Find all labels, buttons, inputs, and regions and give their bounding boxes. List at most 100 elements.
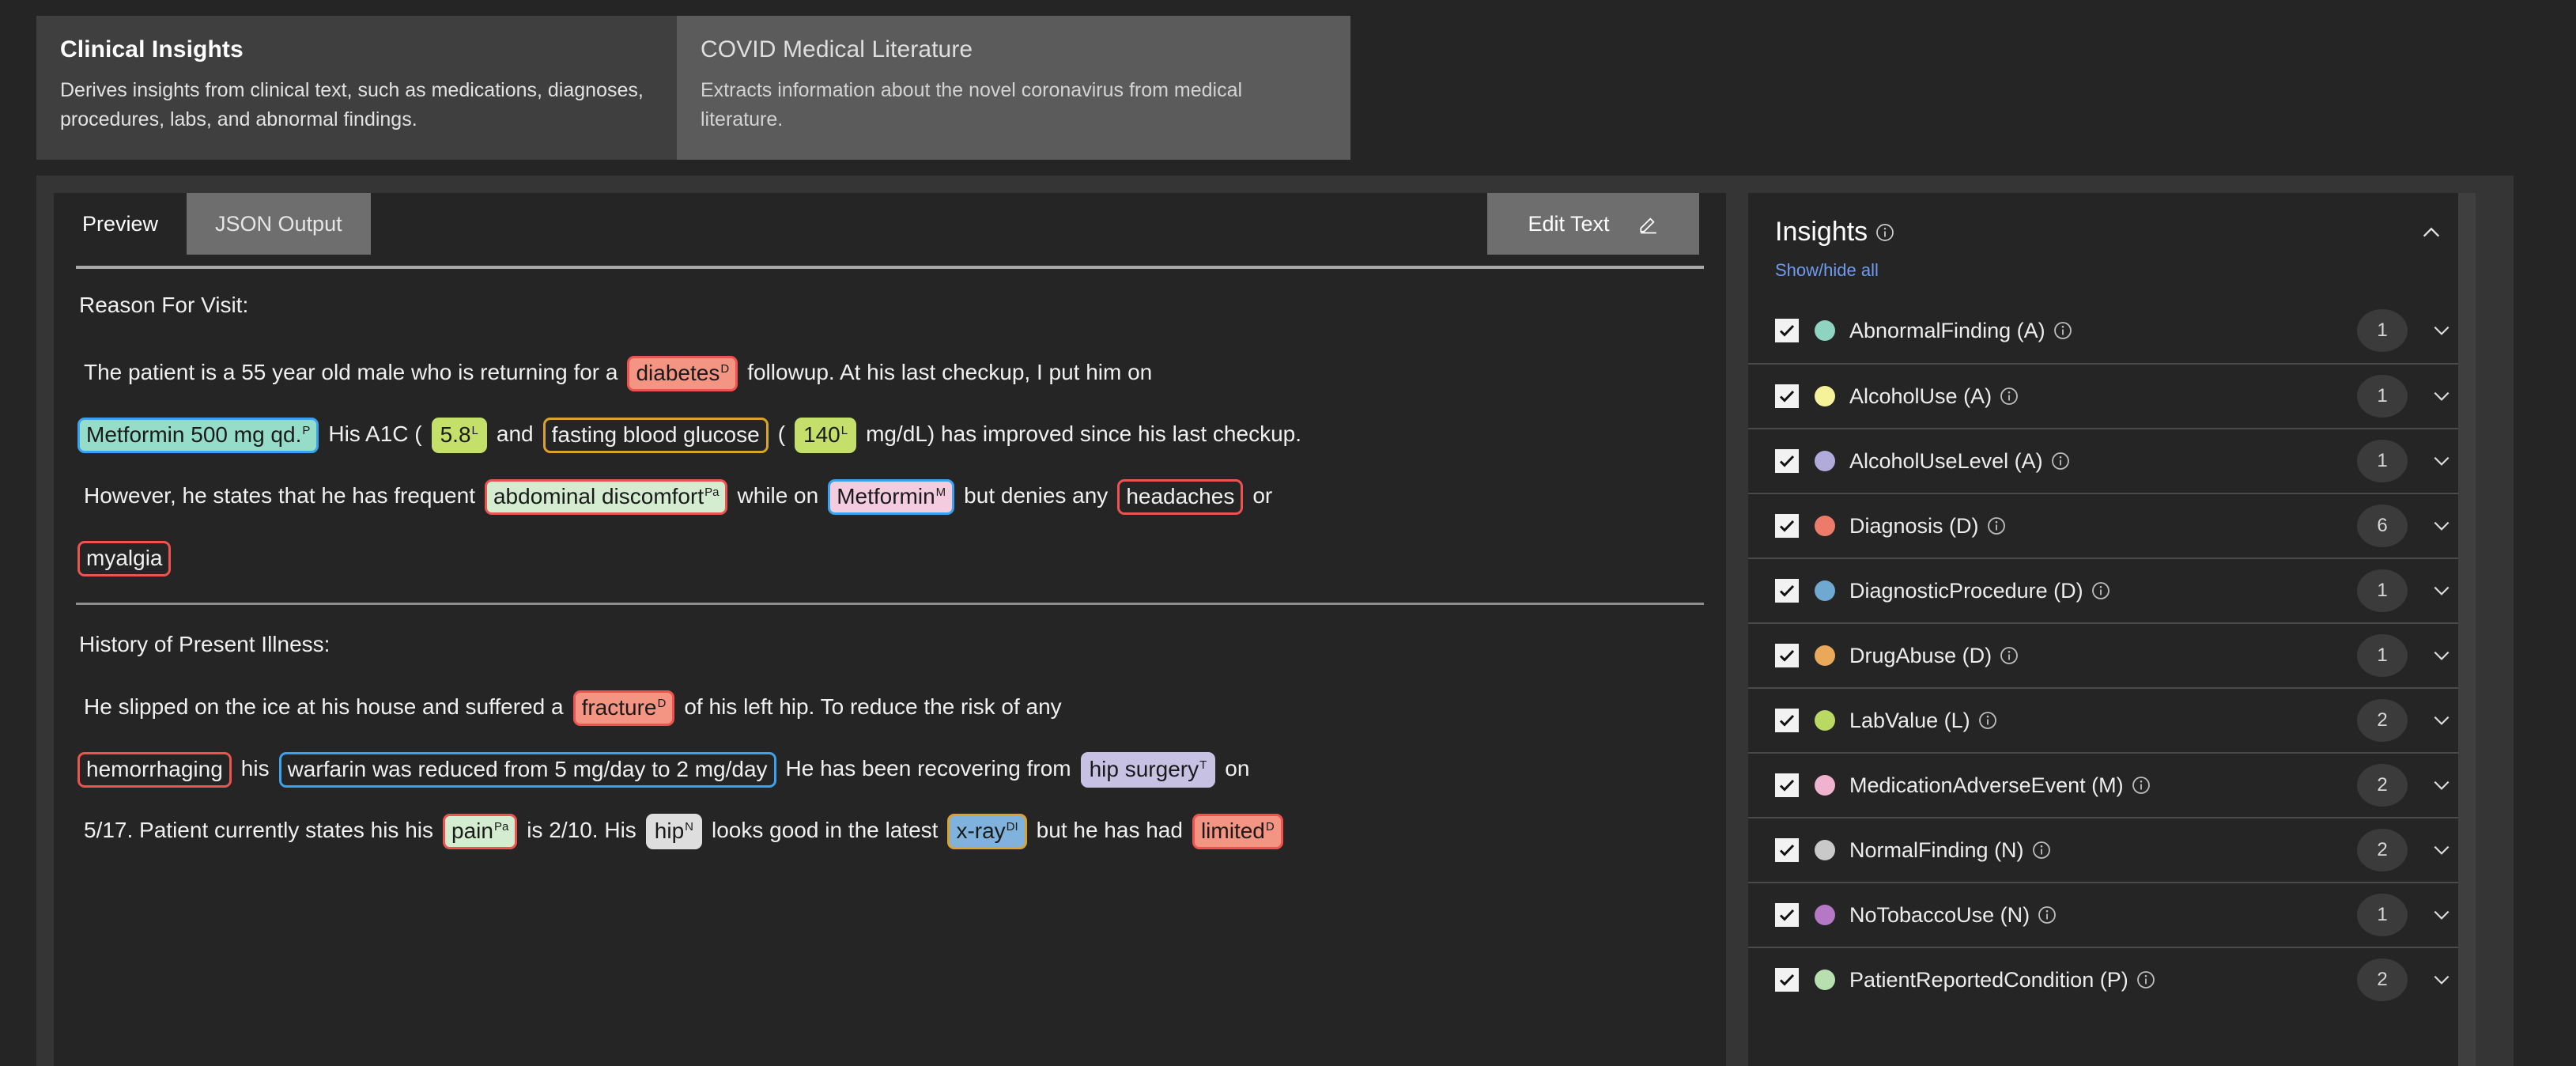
insight-row[interactable]: DiagnosticProcedure (D)1 [1748, 558, 2476, 622]
section-divider [76, 603, 1704, 605]
entity-type-marker: DI [1007, 820, 1018, 834]
entity-highlight[interactable]: hemorrhaging [77, 752, 232, 788]
pencil-icon [1638, 214, 1659, 234]
note-text: However, he states that he has frequent [76, 480, 483, 512]
chevron-down-icon[interactable] [2431, 516, 2452, 536]
insights-pane: Insights Show/hide all AbnormalFinding (… [1748, 193, 2476, 1066]
chevron-down-icon[interactable] [2431, 840, 2452, 860]
insight-checkbox[interactable] [1775, 968, 1799, 992]
entity-type-marker: D [658, 697, 667, 710]
info-icon[interactable] [2000, 387, 2019, 406]
tab-label: JSON Output [215, 212, 342, 236]
edit-text-button[interactable]: Edit Text [1487, 193, 1699, 255]
insight-label: AbnormalFinding (A) [1849, 319, 2045, 343]
tab-json-output[interactable]: JSON Output [187, 193, 371, 255]
model-card-clinical-insights[interactable]: Clinical Insights Derives insights from … [36, 16, 677, 160]
entity-highlight[interactable]: painPa [443, 814, 517, 849]
insight-row[interactable]: MedicationAdverseEvent (M)2 [1748, 752, 2476, 817]
insight-color-dot [1815, 580, 1835, 601]
entity-highlight[interactable]: diabetesD [627, 356, 738, 391]
insight-row[interactable]: NoTobaccoUse (N)1 [1748, 882, 2476, 947]
insight-checkbox[interactable] [1775, 384, 1799, 408]
insight-row[interactable]: LabValue (L)2 [1748, 687, 2476, 752]
insight-row[interactable]: AbnormalFinding (A) 1 [1748, 298, 2476, 363]
entity-text: x-ray [956, 818, 1005, 843]
entity-text: limited [1201, 818, 1265, 843]
chevron-down-icon[interactable] [2431, 580, 2452, 601]
insights-scrollbar[interactable] [2458, 193, 2476, 1066]
chevron-up-icon[interactable] [2420, 221, 2442, 244]
chevron-down-icon[interactable] [2431, 905, 2452, 925]
section-heading-reason-for-visit: Reason For Visit: [76, 289, 1704, 321]
entity-text: 5.8 [440, 422, 471, 447]
entity-highlight[interactable]: 5.8L [432, 418, 487, 453]
info-icon[interactable] [2032, 841, 2051, 860]
insight-checkbox[interactable] [1775, 903, 1799, 927]
info-icon[interactable] [2038, 905, 2057, 924]
entity-highlight[interactable]: hipN [646, 814, 702, 849]
chevron-down-icon[interactable] [2431, 451, 2452, 471]
chevron-down-icon[interactable] [2431, 710, 2452, 731]
tab-preview[interactable]: Preview [54, 193, 187, 255]
insight-color-dot [1815, 775, 1835, 796]
info-icon[interactable] [2091, 581, 2110, 600]
insight-label: DiagnosticProcedure (D) [1849, 579, 2083, 603]
entity-highlight[interactable]: hip surgeryT [1081, 752, 1216, 788]
info-icon[interactable] [1978, 711, 1997, 730]
entity-highlight[interactable]: MetforminM [828, 479, 954, 515]
insight-row[interactable]: AlcoholUse (A)1 [1748, 363, 2476, 428]
insight-checkbox[interactable] [1775, 319, 1799, 342]
note-line: hemorrhaginghiswarfarin was reduced from… [76, 752, 1704, 784]
insight-checkbox[interactable] [1775, 644, 1799, 667]
chevron-down-icon[interactable] [2431, 386, 2452, 406]
chevron-down-icon[interactable] [2431, 645, 2452, 666]
insight-checkbox[interactable] [1775, 449, 1799, 473]
insight-row[interactable]: NormalFinding (N)2 [1748, 817, 2476, 882]
entity-highlight[interactable]: fasting blood glucose [543, 418, 769, 453]
insight-label: AlcoholUseLevel (A) [1849, 449, 2043, 474]
insight-count-badge: 1 [2357, 894, 2408, 936]
entity-highlight[interactable]: headaches [1117, 479, 1243, 515]
entity-highlight[interactable]: 140L [795, 418, 856, 453]
show-hide-all-link[interactable]: Show/hide all [1775, 260, 2476, 281]
heading-text: History of Present Illness: [76, 629, 333, 660]
insight-count-badge: 1 [2357, 309, 2408, 352]
entity-highlight[interactable]: warfarin was reduced from 5 mg/day to 2 … [279, 752, 776, 788]
entity-highlight[interactable]: fractureD [573, 690, 675, 726]
entity-highlight[interactable]: Metformin 500 mg qd.P [77, 418, 319, 453]
entity-highlight[interactable]: limitedD [1192, 814, 1283, 849]
entity-highlight[interactable]: myalgia [77, 541, 171, 576]
info-icon[interactable] [2051, 452, 2070, 471]
insight-checkbox[interactable] [1775, 709, 1799, 732]
info-icon[interactable] [1875, 223, 1894, 242]
insight-checkbox[interactable] [1775, 773, 1799, 797]
insight-checkbox[interactable] [1775, 514, 1799, 538]
info-icon[interactable] [2136, 970, 2155, 989]
insight-checkbox[interactable] [1775, 838, 1799, 862]
entity-highlight[interactable]: x-rayDI [947, 814, 1026, 849]
entity-text: fasting blood glucose [552, 422, 760, 447]
info-icon[interactable] [2000, 646, 2019, 665]
entity-type-marker: D [1266, 820, 1275, 834]
insight-row[interactable]: DrugAbuse (D)1 [1748, 622, 2476, 687]
entity-highlight[interactable]: abdominal discomfortPa [485, 479, 727, 515]
insights-header: Insights [1748, 193, 2476, 248]
chevron-down-icon[interactable] [2431, 775, 2452, 796]
chevron-down-icon[interactable] [2431, 970, 2452, 990]
note-text: ( [770, 418, 793, 450]
insight-checkbox[interactable] [1775, 579, 1799, 603]
entity-type-marker: L [472, 424, 478, 437]
insight-label: Diagnosis (D) [1849, 514, 1979, 539]
info-icon[interactable] [1987, 516, 2006, 535]
model-card-covid-medical-literature[interactable]: COVID Medical Literature Extracts inform… [677, 16, 1350, 160]
insight-row[interactable]: PatientReportedCondition (P)2 [1748, 947, 2476, 1011]
clinical-note-text[interactable]: Reason For Visit: The patient is a 55 ye… [54, 269, 1726, 845]
info-icon[interactable] [2132, 776, 2151, 795]
chevron-down-icon[interactable] [2431, 320, 2452, 341]
note-text: or [1245, 480, 1280, 512]
editor-tabbar: Preview JSON Output Edit Text [54, 193, 1726, 255]
workspace: Preview JSON Output Edit Text Reason For… [36, 176, 2514, 1066]
info-icon[interactable] [2053, 321, 2072, 340]
insight-row[interactable]: Diagnosis (D)6 [1748, 493, 2476, 558]
insight-row[interactable]: AlcoholUseLevel (A)1 [1748, 428, 2476, 493]
